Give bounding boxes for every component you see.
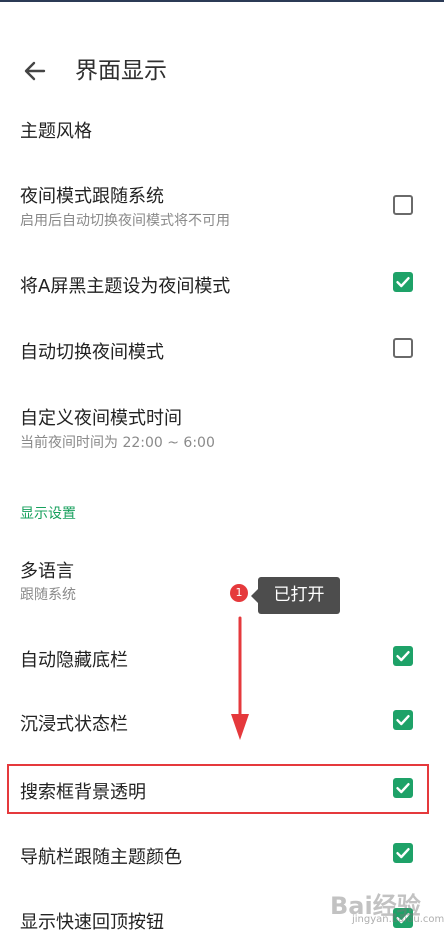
night-follow-system-label: 夜间模式跟随系统 xyxy=(20,186,164,207)
amoled-night-label: 将A屏黑主题设为夜间模式 xyxy=(20,276,231,297)
night-follow-system-subtitle: 启用后自动切换夜间模式将不可用 xyxy=(20,213,230,229)
custom-night-time-item[interactable]: 自定义夜间模式时间 当前夜间时间为 22:00 ~ 6:00 xyxy=(0,392,444,462)
app-header: 界面显示 xyxy=(0,40,444,102)
check-icon xyxy=(396,651,410,662)
section-title-display: 显示设置 xyxy=(20,506,76,522)
custom-night-time-subtitle: 当前夜间时间为 22:00 ~ 6:00 xyxy=(20,435,215,451)
top-divider xyxy=(0,0,444,2)
theme-style-item[interactable]: 主题风格 xyxy=(0,103,444,153)
check-icon xyxy=(396,848,410,859)
back-arrow-icon[interactable] xyxy=(18,54,52,88)
amoled-night-item[interactable]: 将A屏黑主题设为夜间模式 xyxy=(0,258,444,308)
night-follow-system-item[interactable]: 夜间模式跟随系统 启用后自动切换夜间模式将不可用 xyxy=(0,170,444,238)
immersive-status-bar-label: 沉浸式状态栏 xyxy=(20,714,128,735)
step-badge: 1 xyxy=(230,584,248,602)
auto-hide-bottom-bar-item[interactable]: 自动隐藏底栏 xyxy=(0,632,444,682)
language-label: 多语言 xyxy=(20,561,74,582)
page-title: 界面显示 xyxy=(75,58,167,84)
language-item[interactable]: 多语言 跟随系统 xyxy=(0,546,444,614)
auto-night-item[interactable]: 自动切换夜间模式 xyxy=(0,324,444,374)
baidu-watermark-url: jingyan.baidu.com xyxy=(352,914,444,925)
annotation-arrow-icon xyxy=(231,616,249,740)
immersive-status-bar-checkbox[interactable] xyxy=(393,710,413,730)
back-to-top-button-label: 显示快速回顶按钮 xyxy=(20,912,164,933)
tooltip-opened: 已打开 xyxy=(251,577,340,614)
night-follow-system-checkbox[interactable] xyxy=(393,195,413,215)
language-subtitle: 跟随系统 xyxy=(20,587,76,603)
nav-bar-theme-color-item[interactable]: 导航栏跟随主题颜色 xyxy=(0,829,444,879)
immersive-status-bar-item[interactable]: 沉浸式状态栏 xyxy=(0,696,444,746)
auto-hide-bottom-bar-checkbox[interactable] xyxy=(393,646,413,666)
auto-night-checkbox[interactable] xyxy=(393,338,413,358)
nav-bar-theme-color-checkbox[interactable] xyxy=(393,843,413,863)
nav-bar-theme-color-label: 导航栏跟随主题颜色 xyxy=(20,847,182,868)
theme-style-label: 主题风格 xyxy=(20,121,92,142)
highlight-box xyxy=(7,764,429,814)
check-icon xyxy=(396,277,410,288)
custom-night-time-label: 自定义夜间模式时间 xyxy=(20,408,182,429)
amoled-night-checkbox[interactable] xyxy=(393,272,413,292)
check-icon xyxy=(396,715,410,726)
auto-hide-bottom-bar-label: 自动隐藏底栏 xyxy=(20,650,128,671)
auto-night-label: 自动切换夜间模式 xyxy=(20,342,164,363)
